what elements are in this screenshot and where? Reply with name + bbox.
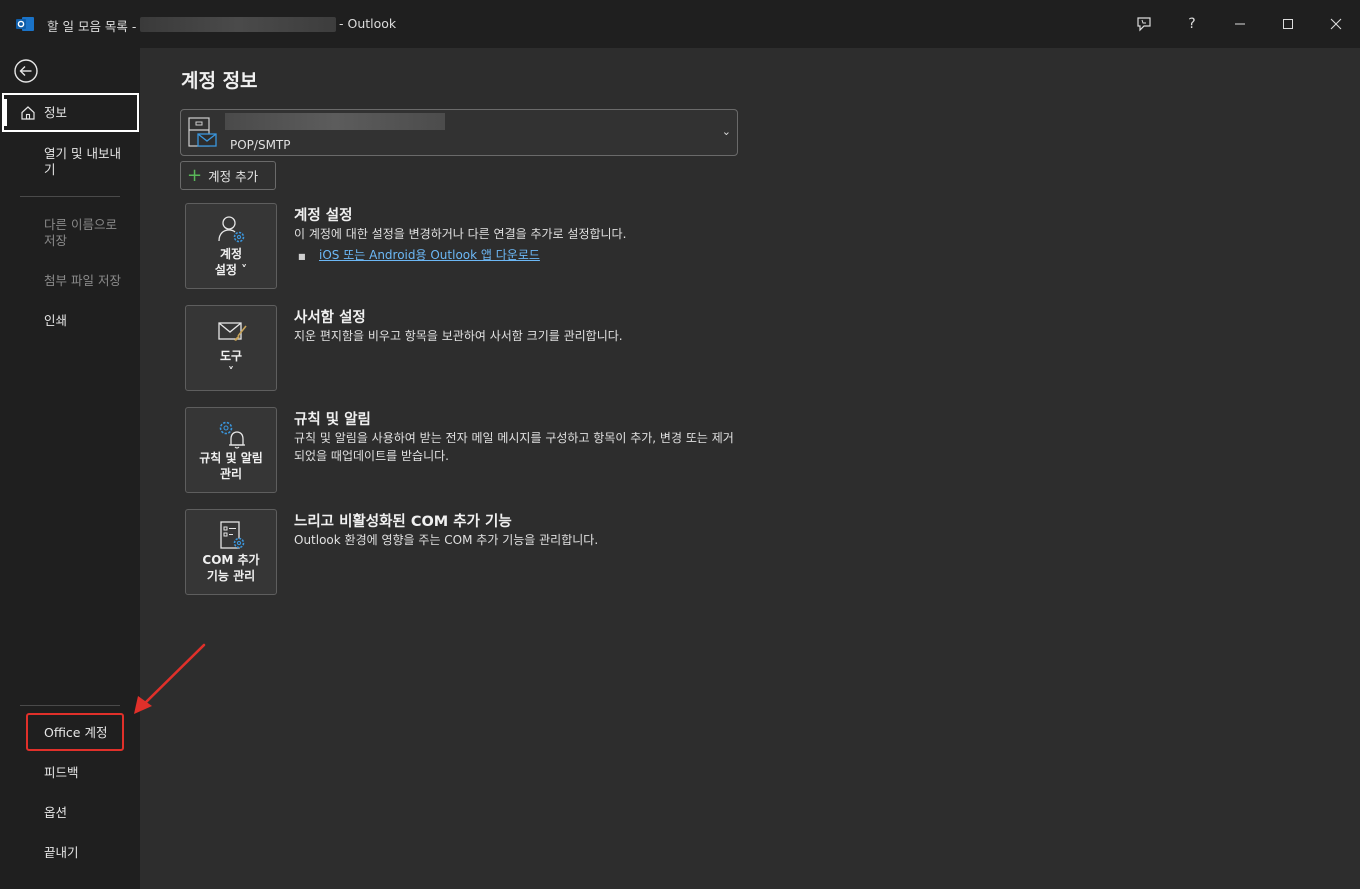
title-bar: 할 일 모음 목록 - - Outlook ? — [0, 0, 1360, 48]
sidebar-item-label: 정보 — [44, 104, 68, 120]
selection-indicator — [4, 99, 7, 126]
sidebar-item-label: 열기 및 내보내기 — [44, 146, 121, 177]
account-settings-button[interactable]: 계정 설정 ˅ — [185, 203, 277, 289]
outlook-logo-icon — [16, 17, 34, 31]
page-title: 계정 정보 — [181, 70, 258, 92]
section-description: 이 계정에 대한 설정을 변경하거나 다른 연결을 추가로 설정합니다. — [294, 227, 627, 241]
window-title: 할 일 모음 목록 - — [47, 19, 137, 34]
home-icon — [21, 105, 35, 120]
section-description: 규칙 및 알림을 사용하여 받는 전자 메일 메시지를 구성하고 항목이 추가,… — [294, 431, 734, 463]
close-button[interactable] — [1313, 8, 1359, 40]
account-dropdown[interactable]: POP/SMTP ⌄ — [180, 109, 738, 156]
account-email-redacted — [225, 113, 445, 130]
add-account-label: 계정 추가 — [208, 169, 259, 184]
sidebar-item-save-attachments[interactable]: 첨부 파일 저장 — [0, 273, 140, 289]
tile-label: COM 추가 기능 관리 — [202, 553, 260, 583]
sidebar-item-label: 첨부 파일 저장 — [44, 273, 121, 288]
account-type: POP/SMTP — [230, 138, 291, 152]
maximize-icon — [1283, 19, 1293, 29]
highlight-box — [26, 713, 124, 751]
sidebar-item-label: 다른 이름으로 저장 — [44, 217, 117, 248]
main-panel: 계정 정보 POP/SMTP ⌄ + 계정 추가 계정 설정 ˅ 계정 설정 이… — [140, 48, 1360, 889]
mailbox-account-icon — [188, 117, 217, 147]
section-title: 규칙 및 알림 — [294, 412, 371, 428]
sidebar-item-feedback[interactable]: 피드백 — [0, 765, 140, 781]
account-settings-icon — [218, 216, 245, 243]
sidebar-item-label: 끝내기 — [44, 845, 79, 860]
section-description: Outlook 환경에 영향을 주는 COM 추가 기능을 관리합니다. — [294, 533, 599, 547]
com-addins-icon — [220, 521, 245, 549]
back-arrow-icon[interactable] — [13, 58, 39, 84]
backstage-sidebar: 정보 열기 및 내보내기 다른 이름으로 저장 첨부 파일 저장 인쇄 Offi… — [0, 48, 140, 889]
section-title: 계정 설정 — [294, 208, 353, 224]
chevron-down-icon: ⌄ — [721, 125, 731, 138]
section-description: 지운 편지함을 비우고 항목을 보관하여 사서함 크기를 관리합니다. — [294, 329, 623, 343]
minimize-icon — [1235, 23, 1245, 25]
minimize-button[interactable] — [1217, 8, 1263, 40]
rules-alerts-icon — [219, 421, 245, 449]
sidebar-item-exit[interactable]: 끝내기 — [0, 845, 140, 861]
tools-button[interactable]: 도구 ˅ — [185, 305, 277, 391]
tile-label: 도구 ˅ — [219, 349, 243, 379]
section-title: 사서함 설정 — [294, 310, 366, 326]
sidebar-divider — [20, 196, 120, 197]
tile-label: 규칙 및 알림 관리 — [199, 451, 263, 481]
window-app-name: - Outlook — [339, 16, 397, 31]
mobile-app-download-link[interactable]: iOS 또는 Android용 Outlook 앱 다운로드 — [319, 246, 540, 263]
tile-label: 계정 설정 ˅ — [214, 247, 248, 277]
annotation-arrow-icon — [134, 643, 206, 714]
sidebar-item-open-export[interactable]: 열기 및 내보내기 — [0, 146, 140, 178]
plus-icon: + — [187, 164, 203, 186]
title-redacted — [140, 17, 336, 32]
bullet-icon: ■ — [298, 252, 306, 261]
sidebar-item-save-as[interactable]: 다른 이름으로 저장 — [0, 217, 140, 249]
sidebar-item-options[interactable]: 옵션 — [0, 805, 140, 821]
close-icon — [1330, 18, 1342, 30]
mailbox-cleanup-icon — [218, 322, 247, 341]
manage-rules-alerts-button[interactable]: 규칙 및 알림 관리 — [185, 407, 277, 493]
sidebar-item-info[interactable]: 정보 — [2, 93, 139, 132]
sidebar-item-label: 인쇄 — [44, 313, 68, 328]
sidebar-divider — [20, 705, 120, 706]
maximize-button[interactable] — [1265, 8, 1311, 40]
manage-com-addins-button[interactable]: COM 추가 기능 관리 — [185, 509, 277, 595]
sidebar-item-print[interactable]: 인쇄 — [0, 313, 140, 329]
section-title: 느리고 비활성화된 COM 추가 기능 — [294, 514, 512, 530]
help-label: ? — [1188, 16, 1196, 32]
help-button[interactable]: ? — [1169, 8, 1215, 40]
feedback-icon — [1137, 17, 1151, 32]
sidebar-item-label: 피드백 — [44, 765, 79, 780]
add-account-button[interactable]: + 계정 추가 — [180, 161, 276, 190]
coming-soon-button[interactable] — [1121, 8, 1167, 40]
sidebar-item-label: 옵션 — [44, 805, 68, 820]
